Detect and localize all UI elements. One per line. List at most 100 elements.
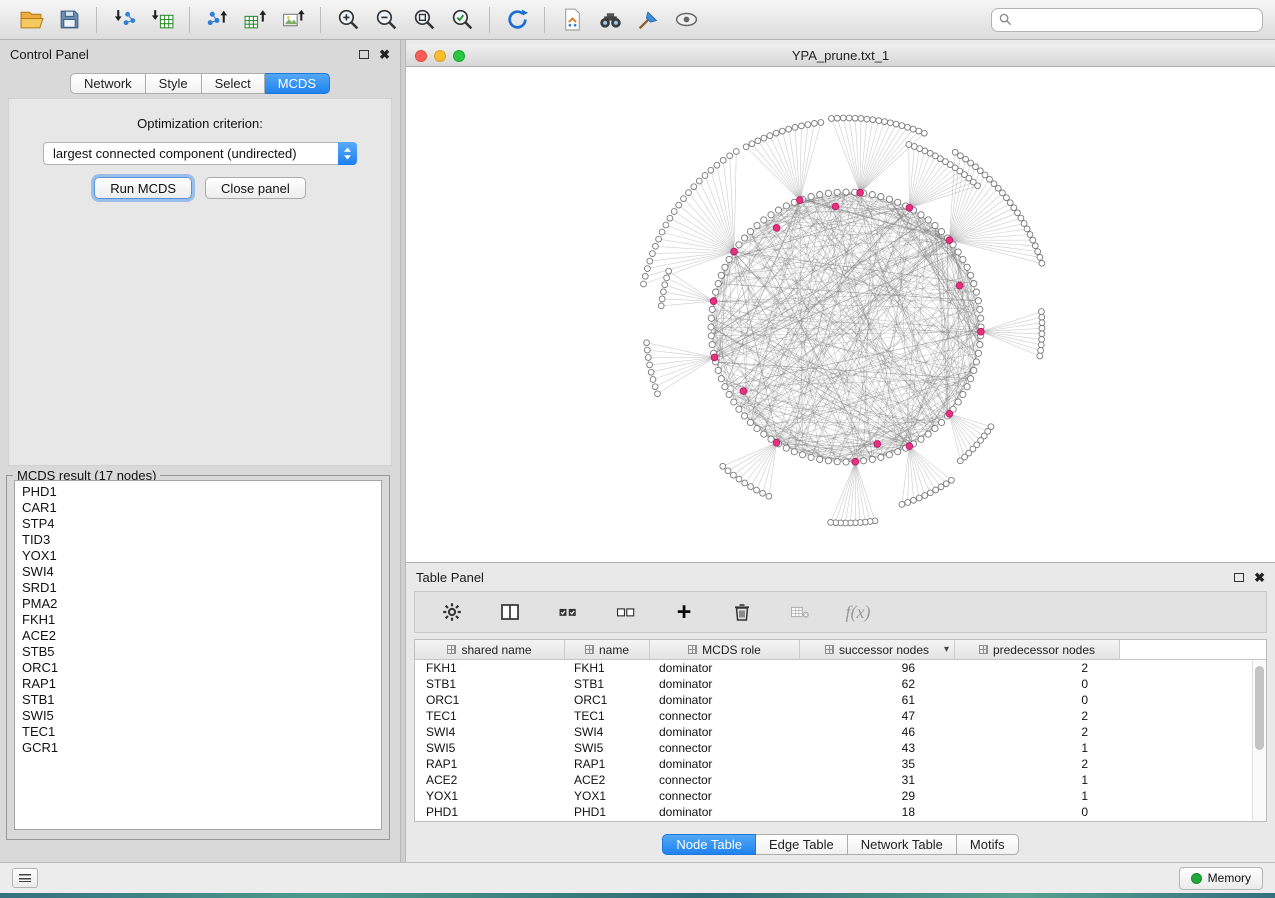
table-row[interactable]: TEC1TEC1connector472 xyxy=(415,708,1252,724)
import-table-button[interactable] xyxy=(143,4,181,36)
table-cell: 2 xyxy=(955,708,1120,724)
mcds-result-item[interactable]: ACE2 xyxy=(22,628,374,644)
share-document-button[interactable] xyxy=(553,4,591,36)
zoom-fit-button[interactable] xyxy=(405,4,443,36)
column-header-filler xyxy=(1120,640,1266,659)
export-image-button[interactable] xyxy=(274,4,312,36)
column-filter-arrow-icon[interactable]: ▾ xyxy=(944,644,949,655)
export-network-button[interactable] xyxy=(198,4,236,36)
show-panels-button[interactable] xyxy=(12,868,38,888)
criterion-select[interactable]: largest connected component (undirected) xyxy=(43,142,357,165)
mcds-result-item[interactable]: PHD1 xyxy=(22,484,374,500)
table-cell: 1 xyxy=(955,772,1120,788)
network-search-field[interactable] xyxy=(991,8,1263,32)
close-window-icon[interactable] xyxy=(415,50,427,62)
function-builder-button[interactable]: f(x) xyxy=(839,596,877,628)
mcds-result-item[interactable]: STP4 xyxy=(22,516,374,532)
close-panel-icon[interactable]: ✖ xyxy=(1254,571,1265,584)
table-row[interactable]: STB1STB1dominator620 xyxy=(415,676,1252,692)
table-body: FKH1FKH1dominator962STB1STB1dominator620… xyxy=(415,660,1252,821)
apply-style-button[interactable] xyxy=(629,4,667,36)
show-columns-button[interactable] xyxy=(491,596,529,628)
table-scrollbar[interactable] xyxy=(1252,660,1266,821)
search-network-button[interactable] xyxy=(591,4,629,36)
mcds-result-item[interactable]: CAR1 xyxy=(22,500,374,516)
table-cell: 1 xyxy=(955,788,1120,804)
table-panel-tabs: Node TableEdge TableNetwork TableMotifs xyxy=(406,834,1275,855)
zoom-selected-button[interactable] xyxy=(443,4,481,36)
close-panel-icon[interactable]: ✖ xyxy=(379,48,390,61)
table-row[interactable]: PHD1PHD1dominator180 xyxy=(415,804,1252,820)
scrollbar-thumb[interactable] xyxy=(1255,666,1264,750)
table-row[interactable]: ACE2ACE2connector311 xyxy=(415,772,1252,788)
network-window-titlebar[interactable]: YPA_prune.txt_1 xyxy=(406,45,1275,67)
mcds-result-item[interactable]: TEC1 xyxy=(22,724,374,740)
apply-layout-button[interactable] xyxy=(498,4,536,36)
save-session-button[interactable] xyxy=(50,4,88,36)
network-canvas[interactable] xyxy=(406,67,1275,562)
select-all-button[interactable] xyxy=(549,596,587,628)
save-icon xyxy=(57,7,82,32)
open-session-button[interactable] xyxy=(12,4,50,36)
tab-edge-table[interactable]: Edge Table xyxy=(756,834,848,855)
tab-network-table[interactable]: Network Table xyxy=(848,834,957,855)
table-row[interactable]: ORC1ORC1dominator610 xyxy=(415,692,1252,708)
export-table-button[interactable] xyxy=(236,4,274,36)
column-header-shared-name[interactable]: shared name xyxy=(415,640,565,659)
tab-network[interactable]: Network xyxy=(70,73,146,94)
table-cell: 0 xyxy=(955,676,1120,692)
table-row[interactable]: FKH1FKH1dominator962 xyxy=(415,660,1252,676)
search-input[interactable] xyxy=(1017,13,1255,27)
table-row[interactable]: SWI4SWI4dominator462 xyxy=(415,724,1252,740)
add-column-button[interactable]: + xyxy=(665,596,703,628)
import-network-button[interactable] xyxy=(105,4,143,36)
column-sort-icon xyxy=(447,645,456,654)
mcds-result-item[interactable]: RAP1 xyxy=(22,676,374,692)
maximize-window-icon[interactable] xyxy=(453,50,465,62)
table-row[interactable]: RAP1RAP1dominator352 xyxy=(415,756,1252,772)
tab-select[interactable]: Select xyxy=(202,73,265,94)
run-mcds-button[interactable]: Run MCDS xyxy=(94,177,192,199)
tab-mcds[interactable]: MCDS xyxy=(265,73,330,94)
column-header-MCDS-role[interactable]: MCDS role xyxy=(650,640,800,659)
column-header-predecessor-nodes[interactable]: predecessor nodes xyxy=(955,640,1120,659)
mcds-result-item[interactable]: STB5 xyxy=(22,644,374,660)
mcds-result-item[interactable]: FKH1 xyxy=(22,612,374,628)
column-header-successor-nodes[interactable]: successor nodes▾ xyxy=(800,640,955,659)
memory-button[interactable]: Memory xyxy=(1179,867,1263,890)
deselect-all-button[interactable] xyxy=(607,596,645,628)
mcds-result-item[interactable]: ORC1 xyxy=(22,660,374,676)
mcds-result-item[interactable]: TID3 xyxy=(22,532,374,548)
mcds-result-item[interactable]: GCR1 xyxy=(22,740,374,756)
network-window: YPA_prune.txt_1 xyxy=(406,45,1275,562)
tab-motifs[interactable]: Motifs xyxy=(957,834,1019,855)
close-panel-button[interactable]: Close panel xyxy=(205,177,306,199)
network-graph[interactable] xyxy=(406,67,1275,562)
delete-column-button[interactable] xyxy=(723,596,761,628)
table-row[interactable]: YOX1YOX1connector291 xyxy=(415,788,1252,804)
tab-node-table[interactable]: Node Table xyxy=(662,834,756,855)
mcds-result-item[interactable]: SWI4 xyxy=(22,564,374,580)
mcds-result-item[interactable]: YOX1 xyxy=(22,548,374,564)
minimize-window-icon[interactable] xyxy=(434,50,446,62)
mcds-result-item[interactable]: STB1 xyxy=(22,692,374,708)
select-stepper-icon xyxy=(338,142,357,165)
mcds-result-list[interactable]: PHD1CAR1STP4TID3YOX1SWI4SRD1PMA2FKH1ACE2… xyxy=(14,480,382,830)
brush-icon xyxy=(636,7,661,32)
float-window-icon[interactable] xyxy=(359,50,369,59)
float-window-icon[interactable] xyxy=(1234,573,1244,582)
mcds-result-item[interactable]: SWI5 xyxy=(22,708,374,724)
zoom-in-icon xyxy=(336,7,361,32)
show-hide-button[interactable] xyxy=(667,4,705,36)
tab-style[interactable]: Style xyxy=(146,73,202,94)
mcds-result-item[interactable]: PMA2 xyxy=(22,596,374,612)
zoom-out-button[interactable] xyxy=(367,4,405,36)
table-header-row: shared namenameMCDS rolesuccessor nodes▾… xyxy=(415,640,1266,660)
table-cell: connector xyxy=(650,788,800,804)
table-row[interactable]: SWI5SWI5connector431 xyxy=(415,740,1252,756)
table-settings-button[interactable] xyxy=(433,596,471,628)
zoom-in-button[interactable] xyxy=(329,4,367,36)
delete-table-button[interactable] xyxy=(781,596,819,628)
column-header-name[interactable]: name xyxy=(565,640,650,659)
mcds-result-item[interactable]: SRD1 xyxy=(22,580,374,596)
